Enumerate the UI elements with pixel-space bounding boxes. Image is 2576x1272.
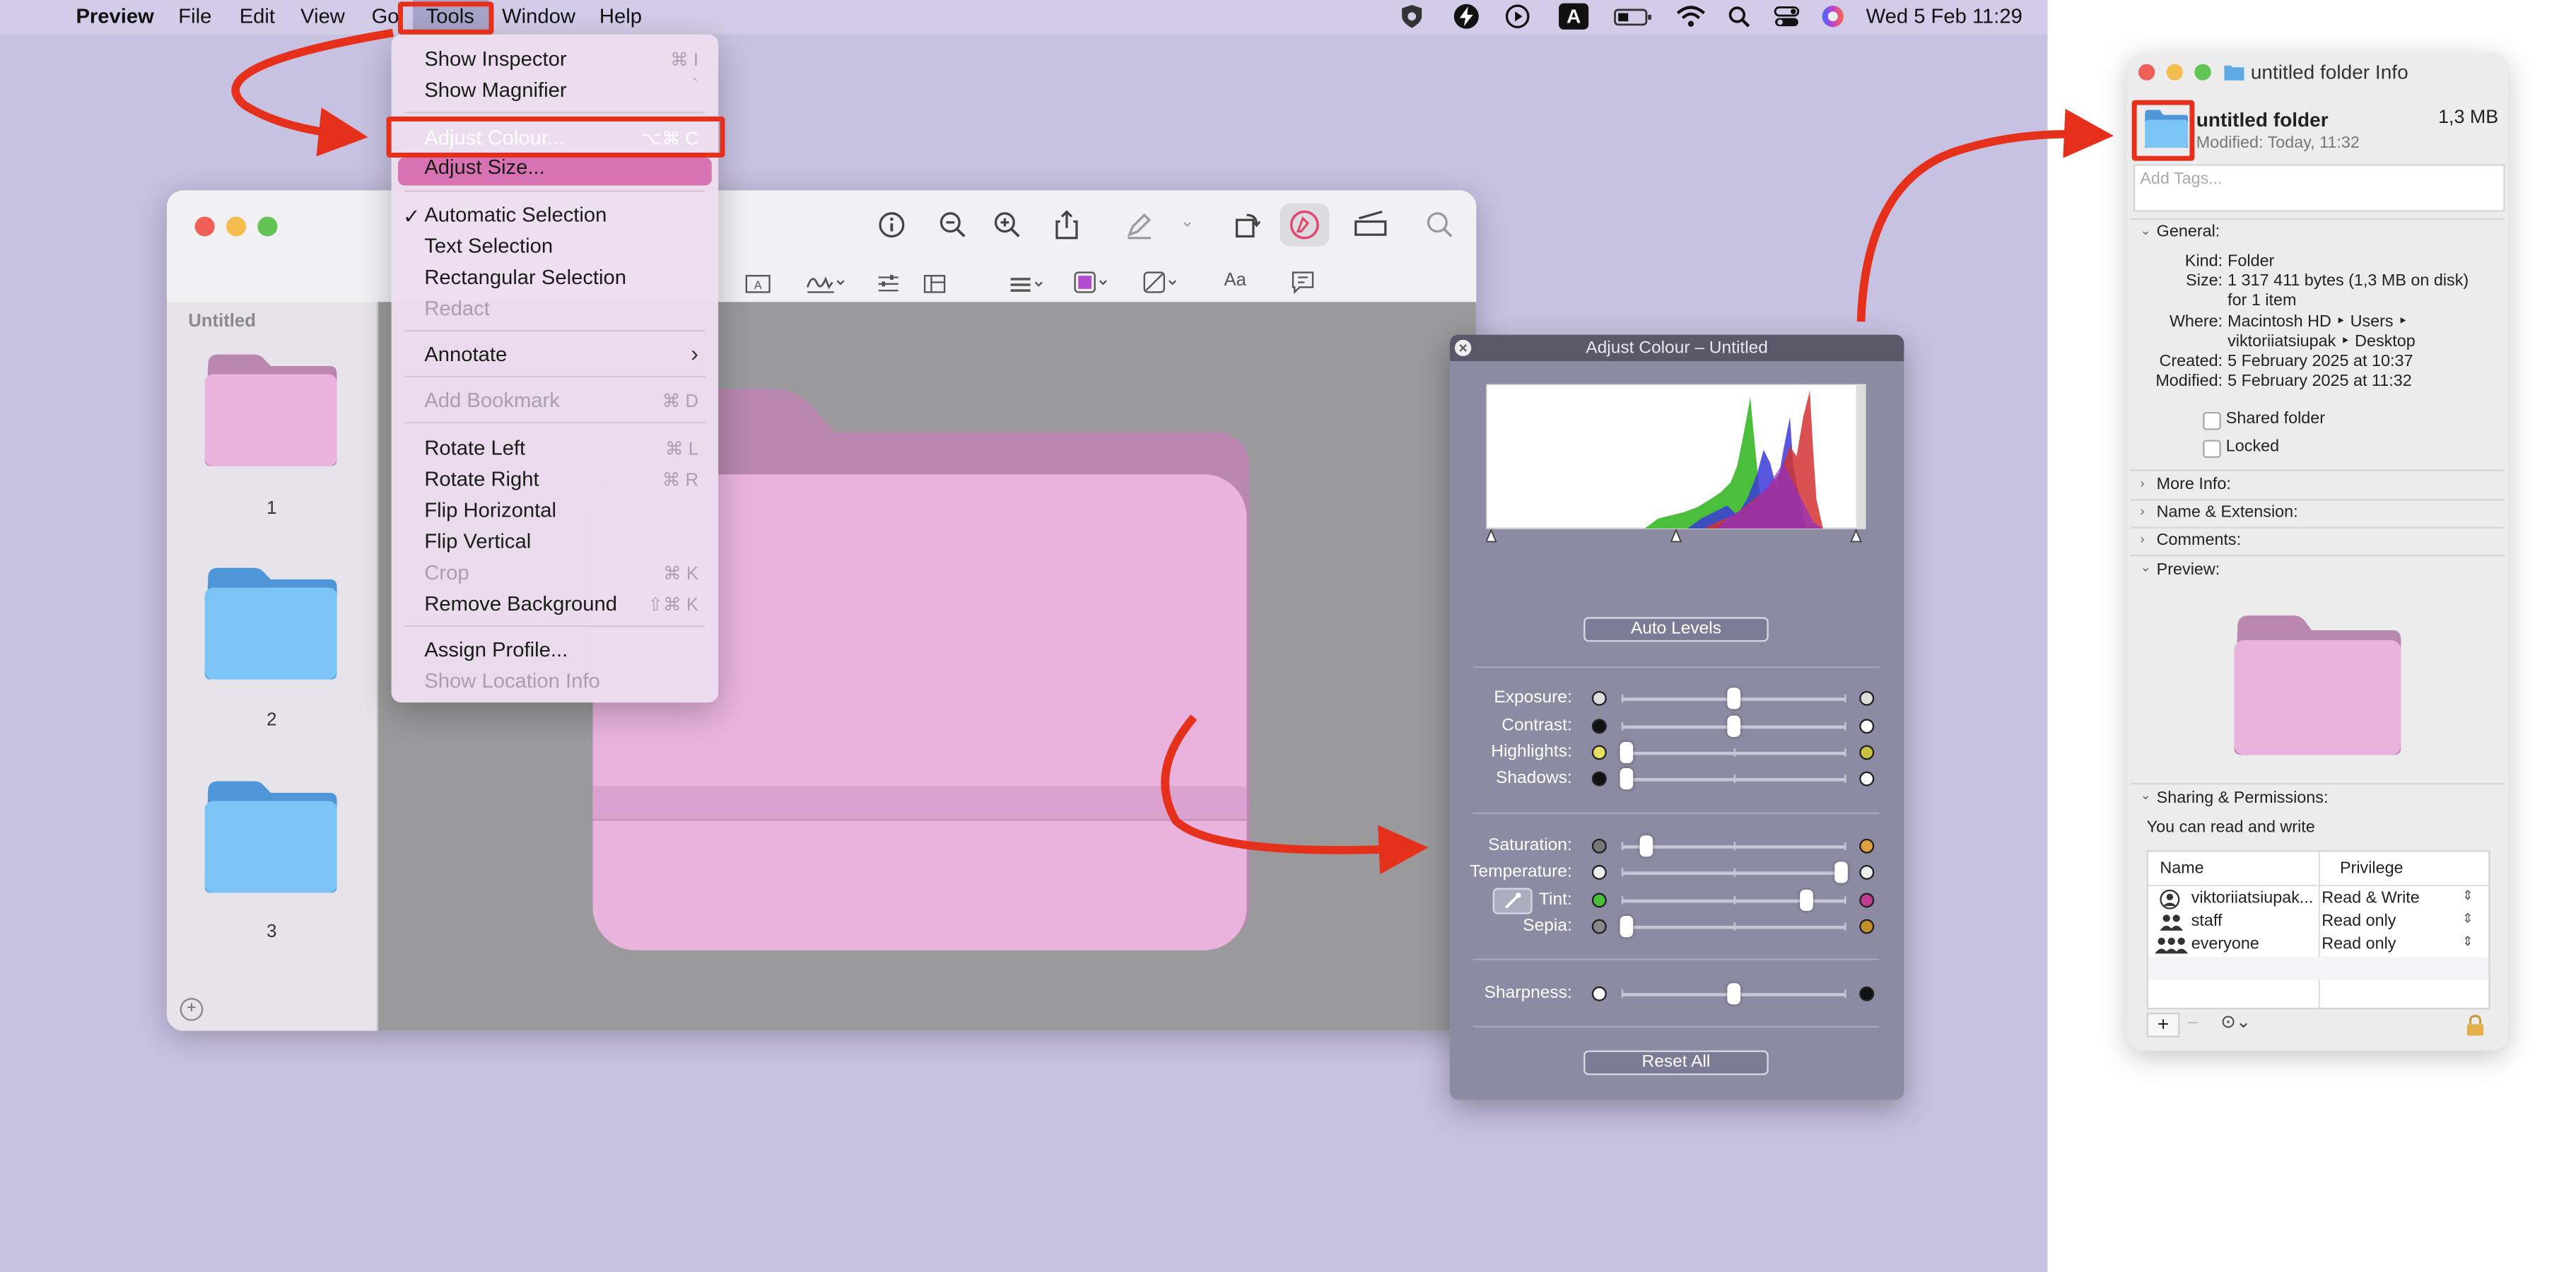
annotation-arrows <box>231 28 2114 875</box>
